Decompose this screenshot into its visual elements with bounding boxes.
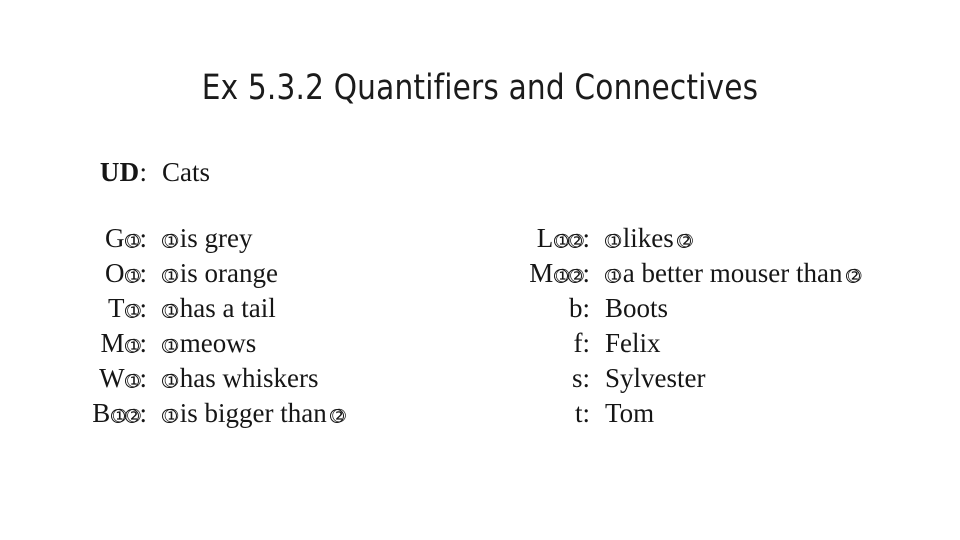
- circled-two-icon: ②: [567, 265, 585, 286]
- key-row-predicate-g: G①: ①is grey: [0, 221, 470, 256]
- circled-two-icon: ②: [567, 230, 585, 251]
- circled-one-icon: ①: [162, 265, 180, 286]
- constant-s-label: s:: [571, 363, 590, 393]
- ud-value: Cats: [162, 157, 211, 187]
- circled-two-icon: ②: [329, 405, 347, 426]
- constant-s-name: Sylvester: [605, 363, 706, 393]
- ud-symbol: UD: [99, 157, 140, 187]
- key-row-constant-s: s: Sylvester: [420, 361, 960, 396]
- key-row-constant-t: t: Tom: [420, 396, 960, 431]
- circled-one-icon: ①: [553, 230, 571, 251]
- predicate-m2-gloss-text: a better mouser than: [622, 258, 843, 288]
- predicate-o-gloss-text: is orange: [179, 258, 279, 288]
- predicate-b-gloss: ①is bigger than ②: [147, 396, 347, 431]
- circled-one-icon: ①: [110, 405, 128, 426]
- predicate-t-gloss: ①has a tail: [147, 291, 276, 326]
- circled-one-icon: ①: [162, 230, 180, 251]
- predicate-m-gloss-text: meows: [179, 328, 257, 358]
- column-spacer: [0, 190, 470, 221]
- predicate-m-gloss: ①meows: [147, 326, 256, 361]
- circled-one-icon: ①: [162, 300, 180, 321]
- constant-t-label: t:: [574, 398, 590, 428]
- predicate-t-gloss-text: has a tail: [179, 293, 276, 323]
- predicate-m2-gloss: ①a better mouser than ②: [590, 256, 863, 291]
- colon: :: [139, 223, 147, 253]
- circled-one-icon: ①: [162, 405, 180, 426]
- predicate-l-gloss-text: likes: [622, 223, 674, 253]
- key-row-constant-b: b: Boots: [420, 291, 960, 326]
- constant-b-label: b:: [568, 293, 590, 323]
- circled-two-icon: ②: [677, 230, 694, 251]
- circled-two-icon: ②: [124, 405, 142, 426]
- circled-one-icon: ①: [605, 265, 623, 286]
- colon: :: [139, 293, 147, 323]
- circled-one-icon: ①: [124, 370, 142, 391]
- circled-two-icon: ②: [845, 265, 863, 286]
- symbolization-key-left-column: UD: Cats G①: ①is grey O①: ①is orange T①:…: [0, 155, 470, 431]
- predicate-g-label: G①:: [0, 221, 147, 256]
- predicate-g-gloss: ①is grey: [147, 221, 253, 256]
- symbolization-key-right-column: L①②: ①likes ② M①②: ①a better mouser than ②…: [420, 221, 960, 431]
- predicate-m2-label: M①②:: [420, 256, 590, 291]
- key-row-predicate-l: L①②: ①likes ②: [420, 221, 960, 256]
- colon: :: [139, 363, 147, 393]
- predicate-w-symbol: W: [99, 363, 125, 393]
- predicate-b-gloss-text: is bigger than: [179, 398, 327, 428]
- predicate-m-label: M①:: [0, 326, 147, 361]
- key-row-predicate-m2: M①②: ①a better mouser than ②: [420, 256, 960, 291]
- key-row-predicate-o: O①: ①is orange: [0, 256, 470, 291]
- circled-one-icon: ①: [605, 230, 623, 251]
- predicate-w-gloss-text: has whiskers: [179, 363, 319, 393]
- predicate-l-label: L①②:: [420, 221, 590, 256]
- predicate-m-symbol: M: [100, 328, 125, 358]
- key-row-ud: UD: Cats: [0, 155, 470, 190]
- key-row-predicate-w: W①: ①has whiskers: [0, 361, 470, 396]
- predicate-w-label: W①:: [0, 361, 147, 396]
- slide-canvas: Ex 5.3.2 Quantifiers and Connectives UD:…: [0, 0, 960, 540]
- key-row-predicate-b: B①②: ①is bigger than ②: [0, 396, 470, 431]
- ud-label: UD:: [0, 155, 147, 190]
- constant-f-name: Felix: [605, 328, 661, 358]
- predicate-l-gloss: ①likes ②: [590, 221, 694, 256]
- colon: :: [582, 258, 590, 288]
- predicate-b-symbol: B: [92, 398, 111, 428]
- colon: :: [139, 398, 147, 428]
- colon: :: [139, 258, 147, 288]
- ud-colon: :: [139, 157, 147, 187]
- circled-one-icon: ①: [124, 335, 142, 356]
- key-row-predicate-t: T①: ①has a tail: [0, 291, 470, 326]
- predicate-o-gloss: ①is orange: [147, 256, 278, 291]
- predicate-t-label: T①:: [0, 291, 147, 326]
- constant-b-name: Boots: [605, 293, 669, 323]
- predicate-m2-symbol: M: [529, 258, 554, 288]
- circled-one-icon: ①: [162, 335, 180, 356]
- circled-one-icon: ①: [124, 230, 142, 251]
- predicate-g-gloss-text: is grey: [179, 223, 253, 253]
- key-row-constant-f: f: Felix: [420, 326, 960, 361]
- predicate-g-symbol: G: [105, 223, 125, 253]
- key-row-predicate-m: M①: ①meows: [0, 326, 470, 361]
- colon: :: [139, 328, 147, 358]
- predicate-o-symbol: O: [105, 258, 125, 288]
- predicate-o-label: O①:: [0, 256, 147, 291]
- circled-one-icon: ①: [124, 265, 142, 286]
- constant-f-label: f:: [573, 328, 591, 358]
- circled-one-icon: ①: [553, 265, 571, 286]
- predicate-t-symbol: T: [108, 293, 125, 323]
- predicate-w-gloss: ①has whiskers: [147, 361, 319, 396]
- colon: :: [582, 223, 590, 253]
- circled-one-icon: ①: [124, 300, 142, 321]
- circled-one-icon: ①: [162, 370, 180, 391]
- predicate-b-label: B①②:: [0, 396, 147, 431]
- predicate-l-symbol: L: [536, 223, 554, 253]
- page-title: Ex 5.3.2 Quantifiers and Connectives: [201, 68, 759, 108]
- constant-t-name: Tom: [605, 398, 655, 428]
